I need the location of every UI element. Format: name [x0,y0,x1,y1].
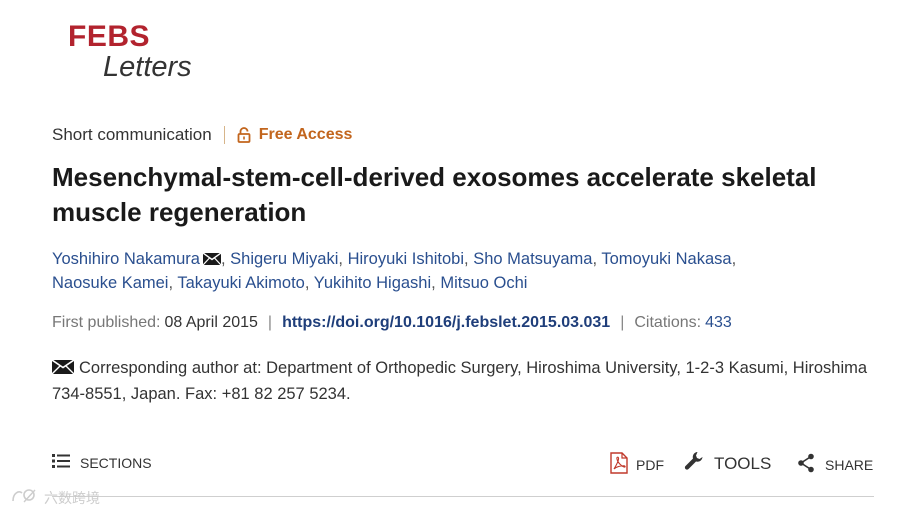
author-separator: , [304,274,310,292]
author-link[interactable]: Takayuki Akimoto [177,274,304,292]
author-separator: , [431,274,436,292]
share-icon [797,453,815,476]
author-separator: , [592,250,598,268]
watermark-text: 六数跨境 [44,489,100,506]
corresponding-author-text: Corresponding author at: Department of O… [52,359,868,403]
journal-logo[interactable]: FEBS Letters [68,20,192,83]
tools-label: TOOLS [714,453,772,473]
author-link[interactable]: Yoshihiro Nakamura [52,250,200,268]
meta-divider [223,126,225,144]
article-type: Short communication [52,125,212,144]
sections-button[interactable]: SECTIONS [52,454,152,471]
author-separator: , [168,274,174,292]
publication-info: First published: 08 April 2015 | https:/… [52,314,732,332]
info-separator: | [267,314,273,331]
free-access-badge: Free Access [258,126,353,143]
sections-label: SECTIONS [80,454,152,471]
mail-icon[interactable] [202,248,222,266]
author-separator: , [731,250,737,268]
citations-label: Citations: [634,314,702,331]
share-label: SHARE [825,456,874,473]
pdf-label: PDF [636,456,664,473]
pdf-button[interactable]: PDF [610,452,664,477]
article-title: Mesenchymal-stem-cell-derived exosomes a… [52,162,817,227]
citations-count-link[interactable]: 433 [705,314,732,332]
author-link[interactable]: Mitsuo Ochi [440,274,527,292]
share-button[interactable]: SHARE [797,453,873,476]
toolbar-divider [52,496,874,497]
article-meta-row: Short communication Free Access [52,125,352,145]
logo-febs-text: FEBS [68,20,151,53]
lock-icon [237,127,251,143]
author-separator: , [338,250,343,268]
article-toolbar: SECTIONS PDF TOOLS SHARE [52,450,874,478]
watermark-logo-icon [10,487,40,508]
logo-letters-text: Letters [103,51,192,83]
author-link[interactable]: Yukihito Higashi [314,274,431,292]
pdf-icon [610,452,628,477]
list-icon [52,454,70,471]
author-link[interactable]: Tomoyuki Nakasa [601,250,731,268]
author-link[interactable]: Hiroyuki Ishitobi [348,250,464,268]
corresponding-author-note: Corresponding author at: Department of O… [51,355,872,407]
doi-link[interactable]: https://doi.org/10.1016/j.febslet.2015.0… [282,314,610,332]
mail-icon [51,356,75,375]
author-list: Yoshihiro Nakamura, Shigeru Miyaki, Hiro… [52,247,852,295]
author-link[interactable]: Naosuke Kamei [52,274,168,292]
author-link[interactable]: Shigeru Miyaki [230,250,338,268]
first-published-date: 08 April 2015 [164,314,258,331]
watermark: 六数跨境 [10,487,100,508]
tools-button[interactable]: TOOLS [683,450,771,477]
author-separator: , [220,250,226,268]
author-separator: , [464,250,469,268]
info-separator: | [620,314,625,331]
author-link[interactable]: Sho Matsuyama [473,250,592,268]
wrench-icon [683,450,705,477]
first-published-label: First published: [52,314,161,331]
